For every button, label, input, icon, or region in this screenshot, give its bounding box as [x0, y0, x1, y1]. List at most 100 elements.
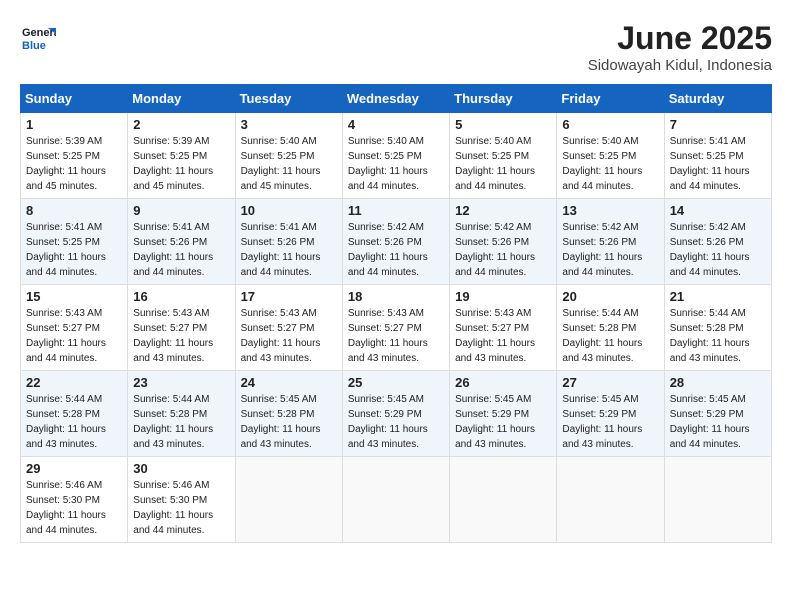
calendar-cell: 25 Sunrise: 5:45 AMSunset: 5:29 PMDaylig…: [342, 371, 449, 457]
calendar-cell: 2 Sunrise: 5:39 AMSunset: 5:25 PMDayligh…: [128, 113, 235, 199]
calendar-cell: 1 Sunrise: 5:39 AMSunset: 5:25 PMDayligh…: [21, 113, 128, 199]
day-info: Sunrise: 5:41 AMSunset: 5:25 PMDaylight:…: [670, 136, 750, 192]
day-number: 27: [562, 375, 658, 390]
calendar-cell: 17 Sunrise: 5:43 AMSunset: 5:27 PMDaylig…: [235, 285, 342, 371]
calendar-table: SundayMondayTuesdayWednesdayThursdayFrid…: [20, 84, 772, 543]
day-number: 26: [455, 375, 551, 390]
weekday-header-saturday: Saturday: [664, 85, 771, 113]
week-row-5: 29 Sunrise: 5:46 AMSunset: 5:30 PMDaylig…: [21, 457, 772, 543]
day-number: 2: [133, 117, 229, 132]
day-number: 24: [241, 375, 337, 390]
logo: General Blue: [20, 20, 56, 56]
day-info: Sunrise: 5:43 AMSunset: 5:27 PMDaylight:…: [455, 308, 535, 364]
day-info: Sunrise: 5:40 AMSunset: 5:25 PMDaylight:…: [562, 136, 642, 192]
day-number: 9: [133, 203, 229, 218]
calendar-cell: [342, 457, 449, 543]
day-number: 28: [670, 375, 766, 390]
calendar-cell: 4 Sunrise: 5:40 AMSunset: 5:25 PMDayligh…: [342, 113, 449, 199]
day-number: 8: [26, 203, 122, 218]
calendar-cell: 11 Sunrise: 5:42 AMSunset: 5:26 PMDaylig…: [342, 199, 449, 285]
calendar-cell: 24 Sunrise: 5:45 AMSunset: 5:28 PMDaylig…: [235, 371, 342, 457]
week-row-4: 22 Sunrise: 5:44 AMSunset: 5:28 PMDaylig…: [21, 371, 772, 457]
day-number: 16: [133, 289, 229, 304]
weekday-header-sunday: Sunday: [21, 85, 128, 113]
day-number: 5: [455, 117, 551, 132]
day-info: Sunrise: 5:39 AMSunset: 5:25 PMDaylight:…: [26, 136, 106, 192]
day-number: 4: [348, 117, 444, 132]
day-info: Sunrise: 5:42 AMSunset: 5:26 PMDaylight:…: [670, 222, 750, 278]
day-number: 15: [26, 289, 122, 304]
day-info: Sunrise: 5:41 AMSunset: 5:26 PMDaylight:…: [241, 222, 321, 278]
day-number: 6: [562, 117, 658, 132]
calendar-cell: 20 Sunrise: 5:44 AMSunset: 5:28 PMDaylig…: [557, 285, 664, 371]
calendar-cell: 5 Sunrise: 5:40 AMSunset: 5:25 PMDayligh…: [450, 113, 557, 199]
day-info: Sunrise: 5:40 AMSunset: 5:25 PMDaylight:…: [455, 136, 535, 192]
day-number: 1: [26, 117, 122, 132]
day-number: 11: [348, 203, 444, 218]
calendar-cell: 8 Sunrise: 5:41 AMSunset: 5:25 PMDayligh…: [21, 199, 128, 285]
day-number: 29: [26, 461, 122, 476]
day-info: Sunrise: 5:40 AMSunset: 5:25 PMDaylight:…: [348, 136, 428, 192]
day-info: Sunrise: 5:45 AMSunset: 5:28 PMDaylight:…: [241, 394, 321, 450]
calendar-cell: 3 Sunrise: 5:40 AMSunset: 5:25 PMDayligh…: [235, 113, 342, 199]
calendar-cell: 21 Sunrise: 5:44 AMSunset: 5:28 PMDaylig…: [664, 285, 771, 371]
day-info: Sunrise: 5:43 AMSunset: 5:27 PMDaylight:…: [133, 308, 213, 364]
calendar-cell: 7 Sunrise: 5:41 AMSunset: 5:25 PMDayligh…: [664, 113, 771, 199]
weekday-header-monday: Monday: [128, 85, 235, 113]
day-info: Sunrise: 5:44 AMSunset: 5:28 PMDaylight:…: [26, 394, 106, 450]
day-info: Sunrise: 5:45 AMSunset: 5:29 PMDaylight:…: [348, 394, 428, 450]
weekday-header-tuesday: Tuesday: [235, 85, 342, 113]
logo-icon: General Blue: [20, 20, 56, 56]
calendar-cell: 19 Sunrise: 5:43 AMSunset: 5:27 PMDaylig…: [450, 285, 557, 371]
weekday-header-thursday: Thursday: [450, 85, 557, 113]
day-info: Sunrise: 5:42 AMSunset: 5:26 PMDaylight:…: [348, 222, 428, 278]
day-info: Sunrise: 5:45 AMSunset: 5:29 PMDaylight:…: [562, 394, 642, 450]
day-info: Sunrise: 5:45 AMSunset: 5:29 PMDaylight:…: [455, 394, 535, 450]
day-info: Sunrise: 5:46 AMSunset: 5:30 PMDaylight:…: [133, 480, 213, 536]
calendar-cell: 28 Sunrise: 5:45 AMSunset: 5:29 PMDaylig…: [664, 371, 771, 457]
week-row-3: 15 Sunrise: 5:43 AMSunset: 5:27 PMDaylig…: [21, 285, 772, 371]
day-number: 22: [26, 375, 122, 390]
calendar-cell: 15 Sunrise: 5:43 AMSunset: 5:27 PMDaylig…: [21, 285, 128, 371]
calendar-cell: 26 Sunrise: 5:45 AMSunset: 5:29 PMDaylig…: [450, 371, 557, 457]
title-block: June 2025 Sidowayah Kidul, Indonesia: [588, 20, 772, 74]
weekday-header-row: SundayMondayTuesdayWednesdayThursdayFrid…: [21, 85, 772, 113]
day-info: Sunrise: 5:43 AMSunset: 5:27 PMDaylight:…: [241, 308, 321, 364]
day-number: 13: [562, 203, 658, 218]
calendar-cell: 27 Sunrise: 5:45 AMSunset: 5:29 PMDaylig…: [557, 371, 664, 457]
calendar-cell: [557, 457, 664, 543]
day-info: Sunrise: 5:41 AMSunset: 5:25 PMDaylight:…: [26, 222, 106, 278]
day-info: Sunrise: 5:41 AMSunset: 5:26 PMDaylight:…: [133, 222, 213, 278]
calendar-cell: [664, 457, 771, 543]
day-number: 25: [348, 375, 444, 390]
calendar-cell: [450, 457, 557, 543]
calendar-cell: 23 Sunrise: 5:44 AMSunset: 5:28 PMDaylig…: [128, 371, 235, 457]
calendar-cell: 22 Sunrise: 5:44 AMSunset: 5:28 PMDaylig…: [21, 371, 128, 457]
day-number: 12: [455, 203, 551, 218]
calendar-cell: [235, 457, 342, 543]
day-info: Sunrise: 5:42 AMSunset: 5:26 PMDaylight:…: [455, 222, 535, 278]
day-number: 3: [241, 117, 337, 132]
day-number: 14: [670, 203, 766, 218]
day-info: Sunrise: 5:44 AMSunset: 5:28 PMDaylight:…: [670, 308, 750, 364]
calendar-cell: 9 Sunrise: 5:41 AMSunset: 5:26 PMDayligh…: [128, 199, 235, 285]
day-number: 21: [670, 289, 766, 304]
day-number: 10: [241, 203, 337, 218]
day-number: 7: [670, 117, 766, 132]
month-title: June 2025: [588, 20, 772, 57]
day-number: 19: [455, 289, 551, 304]
day-info: Sunrise: 5:45 AMSunset: 5:29 PMDaylight:…: [670, 394, 750, 450]
day-number: 30: [133, 461, 229, 476]
calendar-cell: 13 Sunrise: 5:42 AMSunset: 5:26 PMDaylig…: [557, 199, 664, 285]
calendar-cell: 6 Sunrise: 5:40 AMSunset: 5:25 PMDayligh…: [557, 113, 664, 199]
day-info: Sunrise: 5:46 AMSunset: 5:30 PMDaylight:…: [26, 480, 106, 536]
day-info: Sunrise: 5:42 AMSunset: 5:26 PMDaylight:…: [562, 222, 642, 278]
day-number: 18: [348, 289, 444, 304]
day-info: Sunrise: 5:39 AMSunset: 5:25 PMDaylight:…: [133, 136, 213, 192]
day-number: 23: [133, 375, 229, 390]
day-info: Sunrise: 5:44 AMSunset: 5:28 PMDaylight:…: [562, 308, 642, 364]
svg-text:Blue: Blue: [22, 40, 46, 52]
calendar-cell: 14 Sunrise: 5:42 AMSunset: 5:26 PMDaylig…: [664, 199, 771, 285]
week-row-2: 8 Sunrise: 5:41 AMSunset: 5:25 PMDayligh…: [21, 199, 772, 285]
calendar-cell: 12 Sunrise: 5:42 AMSunset: 5:26 PMDaylig…: [450, 199, 557, 285]
